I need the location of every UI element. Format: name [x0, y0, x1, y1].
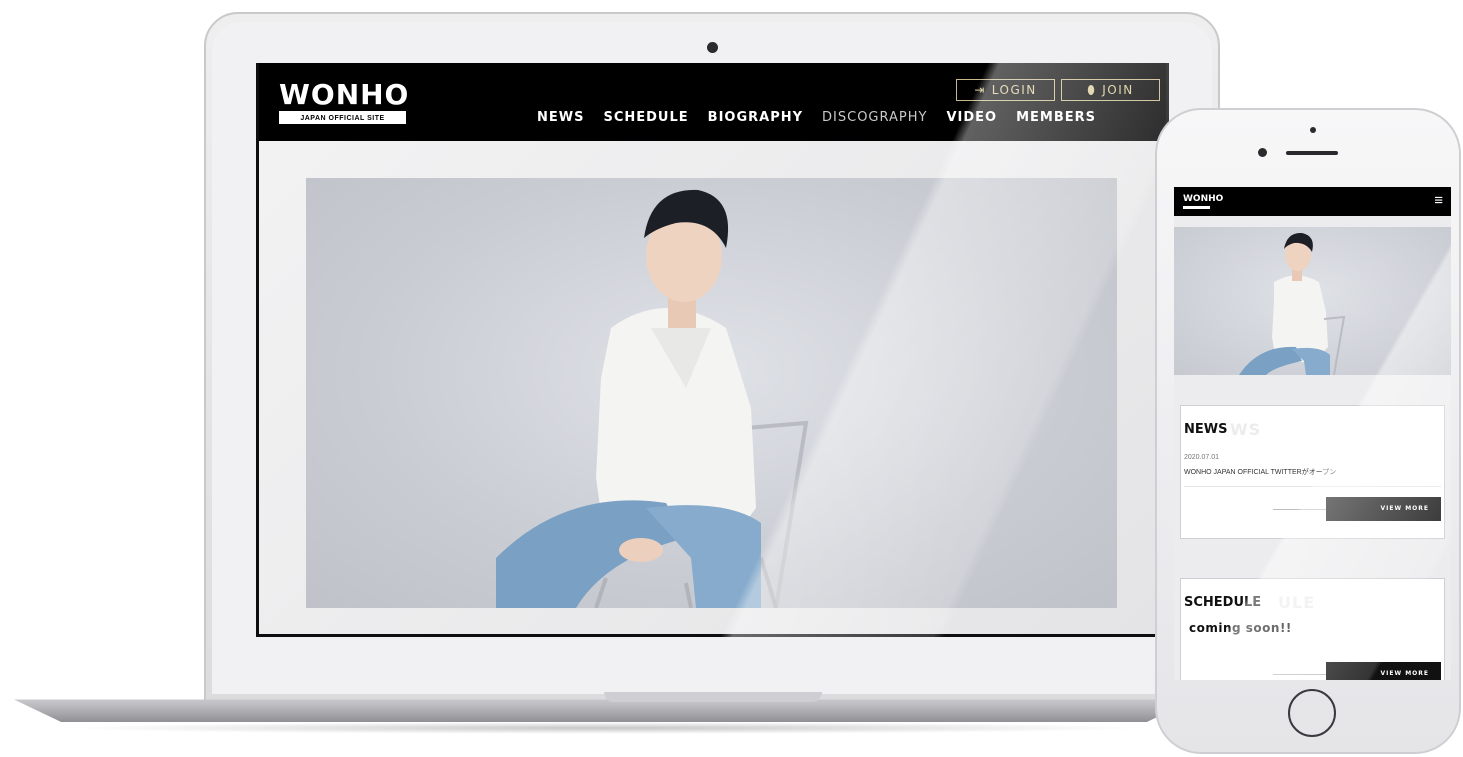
- nav-news[interactable]: NEWS: [537, 110, 584, 125]
- news-ghost-title: WS: [1230, 420, 1262, 439]
- site-logo[interactable]: WONHO: [279, 81, 409, 109]
- mobile-header: WONHO ≡: [1174, 187, 1451, 216]
- site-header: WONHO JAPAN OFFICIAL SITE ⇥ LOGIN ⬮ JOIN N…: [259, 63, 1166, 141]
- join-icon: ⬮: [1087, 83, 1097, 97]
- nav-video[interactable]: VIDEO: [946, 110, 997, 125]
- join-button[interactable]: ⬮ JOIN: [1061, 79, 1160, 101]
- nav-discography[interactable]: DISCOGRAPHY: [822, 110, 927, 125]
- schedule-card: ULE SCHEDULE coming soon!! VIEW MORE: [1180, 578, 1445, 680]
- mobile-site: WONHO ≡ WS NEWS 2020.07.01 WONHO JAPAN O…: [1174, 187, 1451, 680]
- logo-subtitle: JAPAN OFFICIAL SITE: [279, 111, 406, 124]
- hamburger-icon[interactable]: ≡: [1434, 192, 1443, 210]
- phone-home-button[interactable]: [1288, 689, 1336, 737]
- login-label: LOGIN: [991, 83, 1037, 97]
- schedule-title: SCHEDULE: [1184, 595, 1262, 610]
- mobile-logo-subtitle-bar: [1183, 206, 1210, 209]
- mobile-hero-photo: [1174, 227, 1451, 375]
- news-title: NEWS: [1184, 422, 1228, 437]
- nav-members[interactable]: MEMBERS: [1016, 110, 1096, 125]
- artist-photo: [496, 189, 809, 608]
- news-headline[interactable]: WONHO JAPAN OFFICIAL TWITTERがオープン: [1184, 467, 1336, 477]
- news-view-more-button[interactable]: VIEW MORE: [1326, 497, 1441, 521]
- laptop-screen: WONHO JAPAN OFFICIAL SITE ⇥ LOGIN ⬮ JOIN N…: [256, 63, 1169, 637]
- login-button[interactable]: ⇥ LOGIN: [956, 79, 1055, 101]
- desktop-site: WONHO JAPAN OFFICIAL SITE ⇥ LOGIN ⬮ JOIN N…: [259, 63, 1166, 634]
- mobile-logo[interactable]: WONHO: [1183, 195, 1223, 204]
- laptop-notch: [604, 692, 822, 702]
- news-date: 2020.07.01: [1184, 454, 1220, 461]
- mobile-artist-photo: [1239, 232, 1346, 375]
- news-card: WS NEWS 2020.07.01 WONHO JAPAN OFFICIAL …: [1180, 405, 1445, 539]
- view-more-line: [1273, 674, 1327, 675]
- schedule-ghost-title: ULE: [1278, 593, 1316, 612]
- news-divider: [1184, 486, 1441, 487]
- nav-biography[interactable]: BIOGRAPHY: [708, 110, 803, 125]
- nav-schedule[interactable]: SCHEDULE: [603, 110, 688, 125]
- phone-sensor: [1310, 127, 1316, 133]
- view-more-line: [1273, 509, 1327, 510]
- schedule-view-more-button[interactable]: VIEW MORE: [1326, 662, 1441, 680]
- laptop-shadow: [60, 722, 1150, 734]
- phone-speaker: [1286, 151, 1338, 155]
- schedule-message: coming soon!!: [1189, 621, 1292, 635]
- phone-camera: [1258, 148, 1267, 157]
- login-icon: ⇥: [974, 83, 986, 97]
- main-nav: NEWS SCHEDULE BIOGRAPHY DISCOGRAPHY VIDE…: [537, 110, 1096, 125]
- laptop-camera: [707, 42, 718, 53]
- hero-photo: [306, 178, 1117, 608]
- join-label: JOIN: [1102, 83, 1134, 97]
